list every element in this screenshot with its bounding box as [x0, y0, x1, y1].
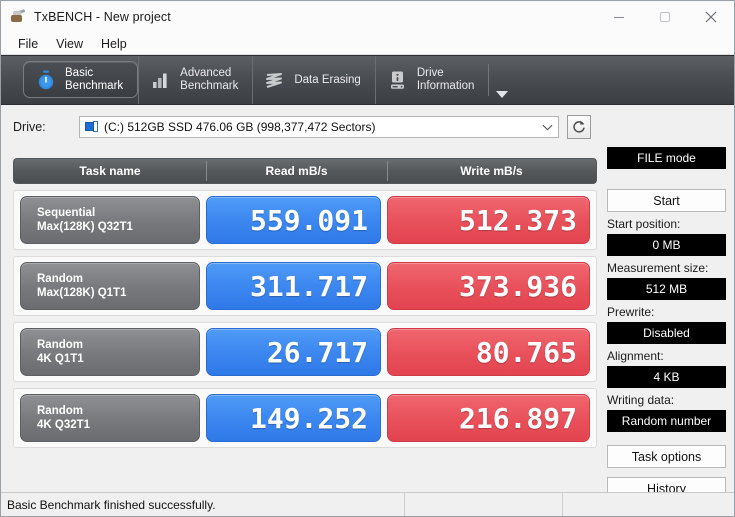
task-name-line2: 4K Q32T1	[37, 419, 91, 431]
tab-label: Basic Benchmark	[65, 66, 124, 92]
alignment-value[interactable]: 4 KB	[607, 366, 726, 388]
task-name-line2: Max(128K) Q32T1	[37, 221, 133, 233]
drive-label: Drive:	[13, 120, 46, 134]
maximize-icon	[659, 11, 671, 23]
column-header-read: Read mB/s	[206, 161, 387, 181]
tab-basic-benchmark[interactable]: Basic Benchmark	[23, 61, 139, 98]
read-value: 311.717	[206, 262, 381, 310]
window-controls	[596, 1, 734, 33]
writing-data-value[interactable]: Random number	[607, 410, 726, 432]
prewrite-label: Prewrite:	[607, 305, 655, 319]
chevron-down-icon	[496, 91, 509, 98]
chevron-down-icon	[540, 124, 554, 131]
tab-label: Advanced Benchmark	[180, 67, 239, 92]
menu-item-view[interactable]: View	[47, 35, 92, 53]
start-button[interactable]: Start	[607, 189, 726, 212]
task-button[interactable]: Random 4K Q32T1	[20, 394, 200, 442]
read-value: 149.252	[206, 394, 381, 442]
start-position-label: Start position:	[607, 217, 681, 231]
shred-icon	[264, 69, 286, 91]
minimize-button[interactable]	[596, 1, 642, 33]
table-row: Random 4K Q1T1 26.717 80.765	[13, 322, 597, 382]
tab-drive-information[interactable]: Drive Information	[374, 56, 489, 104]
tab-strip: Basic Benchmark Advanced Benchmark Data …	[1, 55, 734, 105]
txbench-window: TxBENCH - New project File View Help Bas…	[0, 0, 735, 517]
write-value: 80.765	[387, 328, 590, 376]
table-row: Sequential Max(128K) Q32T1 559.091 512.3…	[13, 190, 597, 250]
options-sidebar: FILE mode Start Start position: 0 MB Mea…	[607, 147, 734, 500]
writing-data-label: Writing data:	[607, 393, 675, 407]
tab-data-erasing[interactable]: Data Erasing	[252, 56, 374, 104]
task-name-line1: Random	[37, 339, 83, 351]
menu-item-file[interactable]: File	[9, 35, 47, 53]
refresh-drive-button[interactable]	[567, 115, 591, 139]
results-panel: Task name Read mB/s Write mB/s Sequentia…	[13, 158, 597, 448]
bar-chart-icon	[150, 69, 172, 91]
tab-overflow-button[interactable]	[489, 56, 515, 104]
task-name-line1: Random	[37, 273, 83, 285]
write-value: 216.897	[387, 394, 590, 442]
status-message: Basic Benchmark finished successfully.	[1, 492, 405, 516]
measurement-size-value[interactable]: 512 MB	[607, 278, 726, 300]
drive-icon	[85, 121, 99, 133]
txbench-icon	[10, 9, 26, 25]
read-value: 559.091	[206, 196, 381, 244]
tab-label: Data Erasing	[294, 73, 361, 86]
read-value: 26.717	[206, 328, 381, 376]
task-button[interactable]: Random Max(128K) Q1T1	[20, 262, 200, 310]
results-header: Task name Read mB/s Write mB/s	[13, 158, 597, 184]
column-header-task: Task name	[79, 164, 141, 178]
main-content: Drive: (C:) 512GB SSD 476.06 GB (998,377…	[1, 105, 734, 516]
start-position-value[interactable]: 0 MB	[607, 234, 726, 256]
stopwatch-icon	[35, 69, 57, 91]
measurement-size-label: Measurement size:	[607, 261, 709, 275]
menu-item-help[interactable]: Help	[92, 35, 136, 53]
task-name-line2: Max(128K) Q1T1	[37, 287, 127, 299]
table-row: Random 4K Q32T1 149.252 216.897	[13, 388, 597, 448]
tab-label: Drive Information	[416, 67, 475, 92]
status-bar: Basic Benchmark finished successfully.	[1, 492, 734, 517]
minimize-icon	[614, 16, 624, 19]
task-button[interactable]: Sequential Max(128K) Q32T1	[20, 196, 200, 244]
drive-select[interactable]: (C:) 512GB SSD 476.06 GB (998,377,472 Se…	[79, 116, 559, 138]
column-header-write: Write mB/s	[387, 161, 596, 181]
table-row: Random Max(128K) Q1T1 311.717 373.936	[13, 256, 597, 316]
task-name-line1: Sequential	[37, 207, 96, 219]
alignment-label: Alignment:	[607, 349, 664, 363]
file-mode-button[interactable]: FILE mode	[607, 147, 726, 169]
drive-select-value: (C:) 512GB SSD 476.06 GB (998,377,472 Se…	[104, 120, 376, 134]
tab-advanced-benchmark[interactable]: Advanced Benchmark	[138, 56, 252, 104]
task-button[interactable]: Random 4K Q1T1	[20, 328, 200, 376]
maximize-button[interactable]	[642, 1, 688, 33]
drive-info-icon	[387, 69, 409, 91]
write-value: 512.373	[387, 196, 590, 244]
status-cell-3	[563, 493, 734, 517]
write-value: 373.936	[387, 262, 590, 310]
title-bar: TxBENCH - New project	[1, 1, 734, 33]
close-button[interactable]	[688, 1, 734, 33]
task-name-line2: 4K Q1T1	[37, 353, 84, 365]
close-icon	[705, 11, 717, 23]
prewrite-value[interactable]: Disabled	[607, 322, 726, 344]
drive-row: Drive: (C:) 512GB SSD 476.06 GB (998,377…	[1, 105, 734, 147]
refresh-icon	[573, 120, 585, 133]
window-title: TxBENCH - New project	[34, 10, 171, 24]
menu-bar: File View Help	[1, 33, 734, 55]
task-name-line1: Random	[37, 405, 83, 417]
task-options-button[interactable]: Task options	[607, 445, 726, 468]
status-cell-2	[405, 492, 563, 516]
